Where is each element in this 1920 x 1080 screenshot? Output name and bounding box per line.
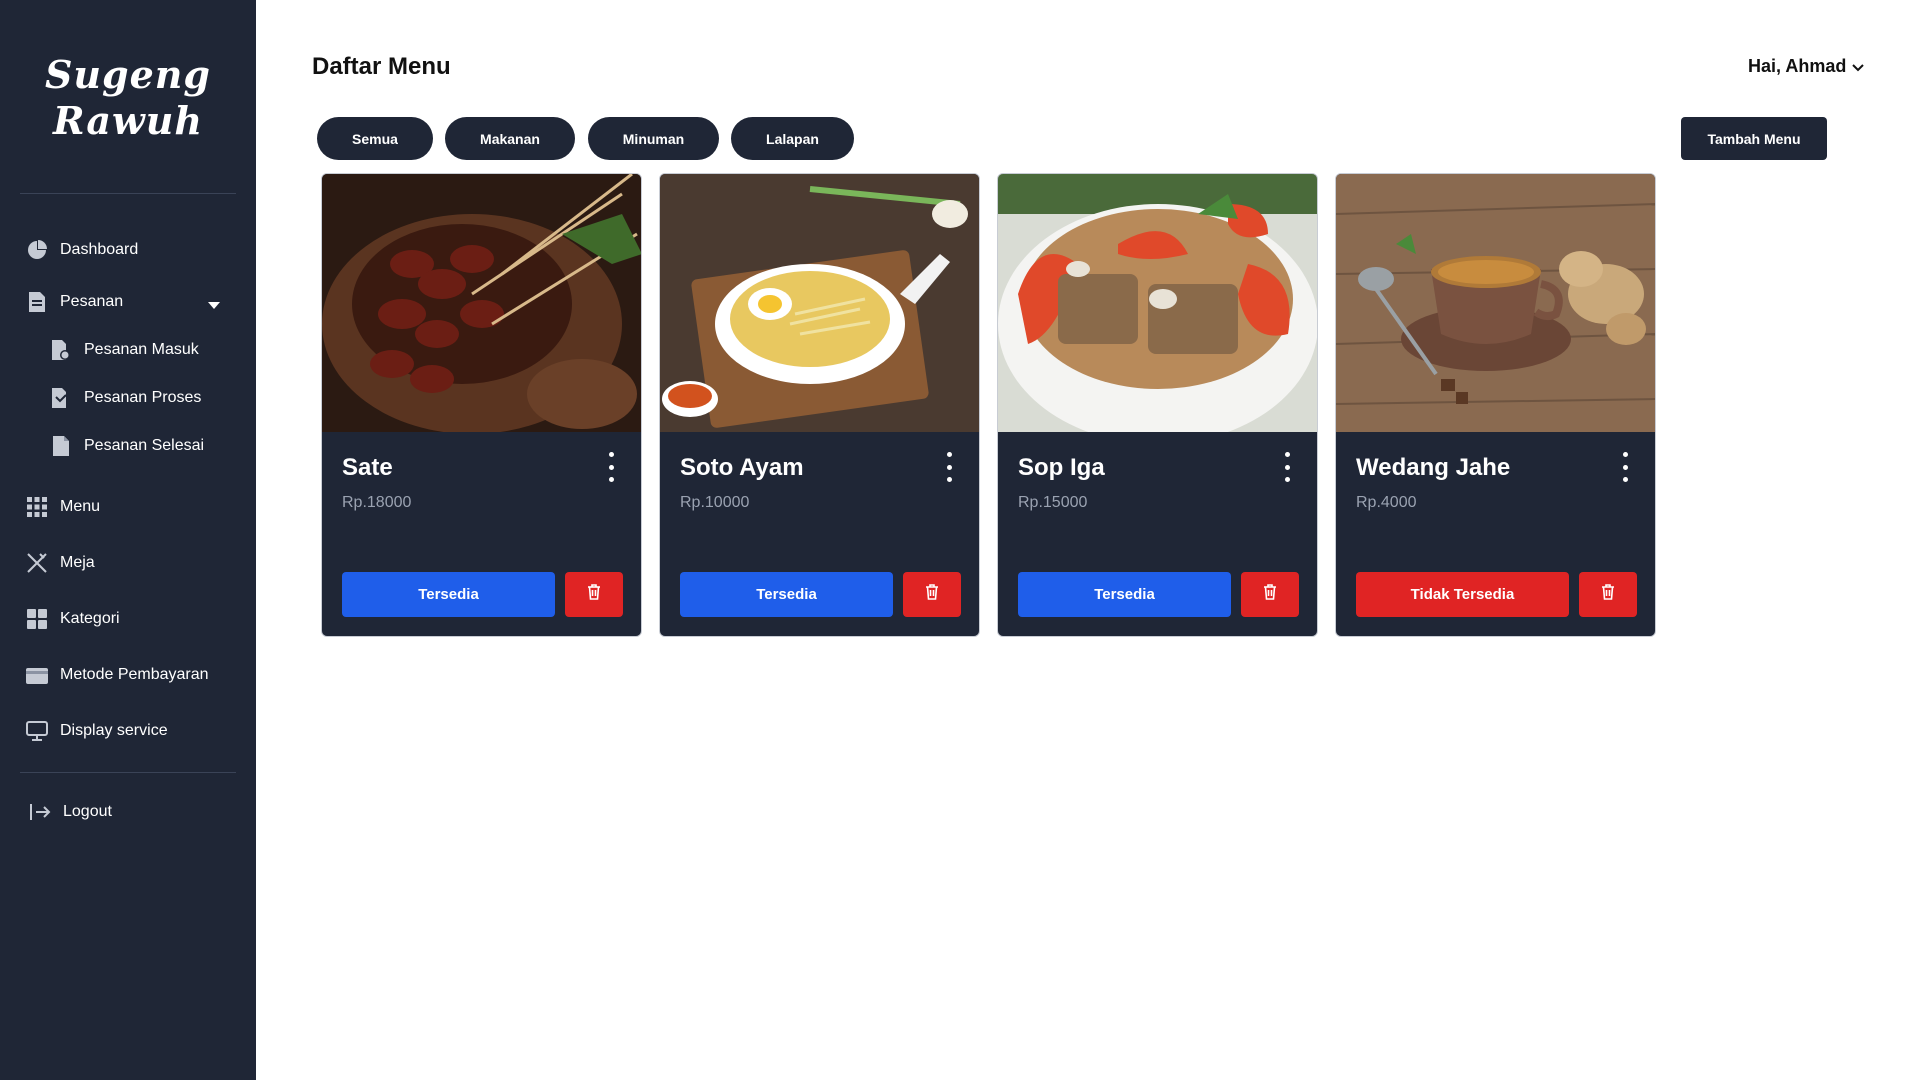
menu-price: Rp.15000: [1018, 494, 1088, 511]
sidebar-item-label: Dashboard: [60, 241, 139, 258]
availability-button[interactable]: Tersedia: [680, 572, 893, 617]
filter-minuman[interactable]: Minuman: [588, 117, 719, 160]
menu-name: Sate: [342, 454, 393, 481]
grid-icon: [26, 496, 48, 518]
availability-button[interactable]: Tidak Tersedia: [1356, 572, 1569, 617]
document-icon: [26, 291, 48, 313]
menu-price: Rp.4000: [1356, 494, 1417, 511]
document-in-icon: [50, 339, 72, 361]
filter-lalapan[interactable]: Lalapan: [731, 117, 854, 160]
delete-button[interactable]: [565, 572, 623, 617]
sidebar-item-label: Pesanan Selesai: [84, 437, 205, 454]
availability-button[interactable]: Tersedia: [342, 572, 555, 617]
food-image-sate: [322, 174, 641, 432]
sidebar-item-dashboard[interactable]: Dashboard: [26, 233, 138, 267]
menu-name: Sop Iga: [1018, 454, 1105, 481]
sidebar-item-menu[interactable]: Menu: [26, 490, 100, 524]
trash-icon: [587, 584, 601, 605]
utensils-icon: [26, 552, 48, 574]
logout-label: Logout: [63, 803, 112, 820]
category-icon: [26, 608, 48, 630]
add-menu-button[interactable]: Tambah Menu: [1681, 117, 1827, 160]
sidebar-item-label: Pesanan Proses: [84, 389, 202, 406]
brand-line-1: Sugeng: [44, 52, 211, 97]
delete-button[interactable]: [1241, 572, 1299, 617]
sidebar-divider-top: [20, 193, 236, 194]
more-options-icon[interactable]: [941, 452, 957, 482]
trash-icon: [1263, 584, 1277, 605]
menu-name: Soto Ayam: [680, 454, 804, 481]
sidebar-item-kategori[interactable]: Kategori: [26, 602, 120, 636]
trash-icon: [925, 584, 939, 605]
sidebar-item-label: Kategori: [60, 610, 120, 627]
caret-down-icon: [208, 297, 220, 315]
sidebar-item-pesanan[interactable]: Pesanan: [26, 285, 230, 319]
menu-card: Sop Iga Rp.15000 Tersedia: [997, 173, 1318, 637]
menu-card: Wedang Jahe Rp.4000 Tidak Tersedia: [1335, 173, 1656, 637]
logout-icon: [29, 801, 51, 823]
document-process-icon: [50, 387, 72, 409]
page-title: Daftar Menu: [312, 53, 451, 80]
sidebar-item-pesanan-selesai[interactable]: Pesanan Selesai: [50, 429, 204, 463]
user-menu[interactable]: Hai, Ahmad: [1748, 56, 1865, 77]
more-options-icon[interactable]: [1617, 452, 1633, 482]
sidebar-item-pesanan-masuk[interactable]: Pesanan Masuk: [50, 333, 199, 367]
sidebar-item-meja[interactable]: Meja: [26, 546, 95, 580]
menu-name: Wedang Jahe: [1356, 454, 1511, 481]
pie-chart-icon: [26, 239, 48, 261]
sidebar-item-label: Pesanan: [60, 293, 124, 310]
document-done-icon: [50, 435, 72, 457]
sidebar-item-label: Pesanan Masuk: [84, 341, 199, 358]
sidebar-item-pesanan-proses[interactable]: Pesanan Proses: [50, 381, 201, 415]
food-image-soto-ayam: [660, 174, 979, 432]
trash-icon: [1601, 584, 1615, 605]
wallet-icon: [26, 664, 48, 686]
sidebar-item-label: Menu: [60, 498, 101, 515]
filter-semua[interactable]: Semua: [317, 117, 433, 160]
sidebar-divider-bottom: [20, 772, 236, 773]
monitor-icon: [26, 720, 48, 742]
food-image-sop-iga: [998, 174, 1317, 432]
sidebar-item-metode-pembayaran[interactable]: Metode Pembayaran: [26, 658, 209, 692]
delete-button[interactable]: [903, 572, 961, 617]
delete-button[interactable]: [1579, 572, 1637, 617]
chevron-down-icon: [1852, 56, 1865, 77]
menu-card: Soto Ayam Rp.10000 Tersedia: [659, 173, 980, 637]
sidebar: Sugeng Rawuh Dashboard Pesanan Pesanan M…: [0, 0, 256, 1080]
sidebar-item-label: Display service: [60, 722, 168, 739]
menu-price: Rp.18000: [342, 494, 412, 511]
menu-price: Rp.10000: [680, 494, 750, 511]
sidebar-item-label: Metode Pembayaran: [60, 666, 209, 683]
sidebar-item-label: Meja: [60, 554, 95, 571]
sidebar-item-display-service[interactable]: Display service: [26, 714, 168, 748]
availability-button[interactable]: Tersedia: [1018, 572, 1231, 617]
more-options-icon[interactable]: [1279, 452, 1295, 482]
brand-line-2: Rawuh: [52, 98, 204, 143]
logout-button[interactable]: Logout: [29, 795, 112, 829]
filter-makanan[interactable]: Makanan: [445, 117, 575, 160]
more-options-icon[interactable]: [603, 452, 619, 482]
menu-card: Sate Rp.18000 Tersedia: [321, 173, 642, 637]
brand-logo: Sugeng Rawuh: [0, 52, 256, 144]
user-greeting: Hai, Ahmad: [1748, 56, 1847, 76]
drink-image-wedang-jahe: [1336, 174, 1655, 432]
